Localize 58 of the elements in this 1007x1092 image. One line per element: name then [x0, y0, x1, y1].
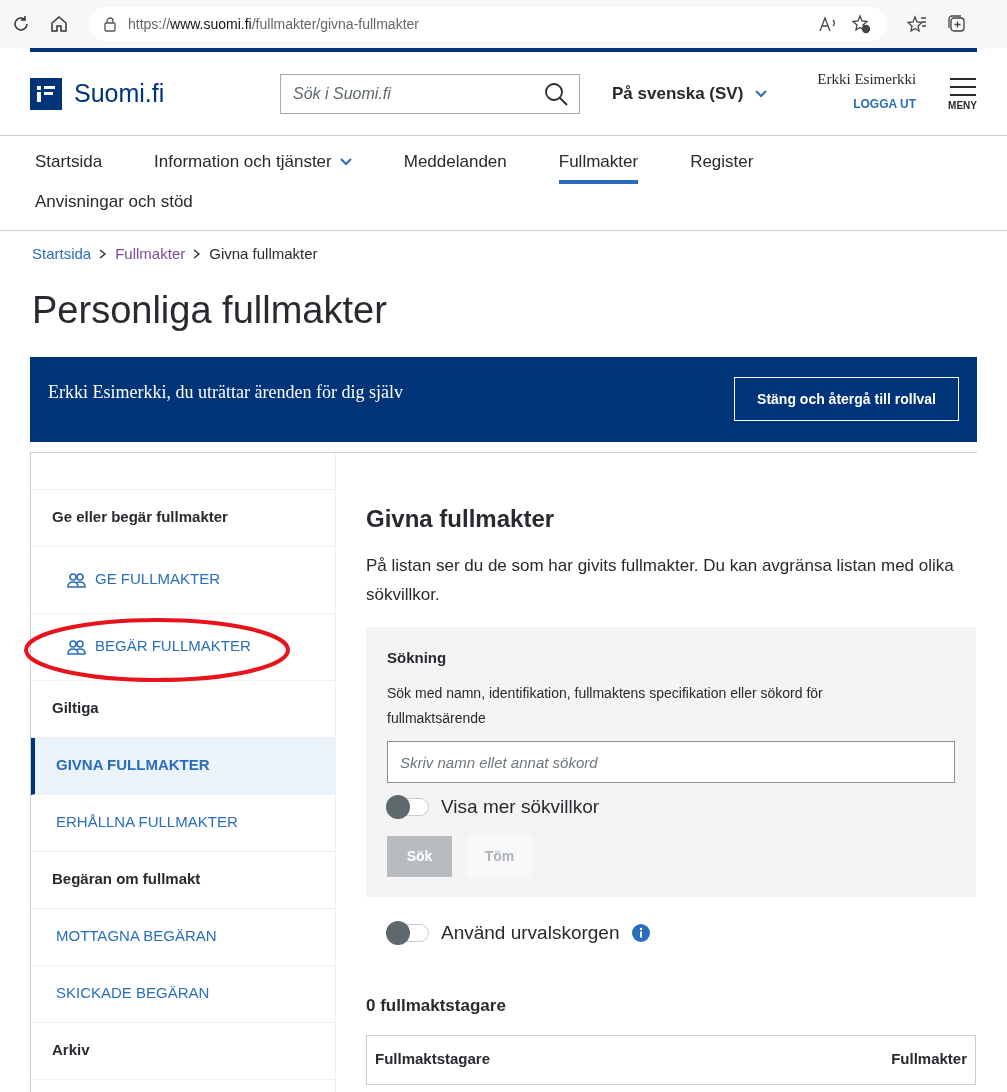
sidebar-link[interactable]: MOTTAGNA BEGÄRAN: [31, 908, 335, 966]
column-header: Fullmakter: [891, 1049, 967, 1070]
banner-text: Erkki Esimerkki, du uträttar ärenden för dig själv: [48, 380, 403, 404]
nav-tab[interactable]: Information och tjänster: [154, 144, 352, 184]
people-icon: [67, 638, 87, 655]
column-header: Fullmaktstagare: [375, 1049, 491, 1070]
intro-text: På listan ser du de som har givits fullmakter. Du kan avgränsa listan med olika sökvillkor.: [366, 554, 955, 606]
nav-tab[interactable]: Anvisningar och stöd: [35, 184, 193, 224]
toggle-label: Visa mer sökvillkor: [441, 795, 600, 819]
sidebar-heading: Arkiv: [31, 1022, 335, 1080]
result-count: 0 fullmaktstagare: [366, 995, 507, 1017]
favorites-icon[interactable]: [907, 15, 927, 33]
breadcrumb-current: Givna fullmakter: [209, 244, 318, 264]
info-icon[interactable]: [631, 923, 650, 942]
search-help: Sök med namn, identifikation, fullmaktens specifikation eller sökord för fullmaktsärende: [387, 684, 824, 728]
toggle-label: Använd urvalskorgen: [441, 920, 620, 945]
collections-icon[interactable]: [947, 14, 967, 34]
keyword-field[interactable]: Skriv namn ellet annat sökord: [387, 741, 955, 783]
chevron-icon: [339, 158, 352, 166]
address-bar[interactable]: https://www.suomi.fi/fullmakter/givna-fullmakter: [88, 7, 887, 41]
page-title: Personliga fullmakter: [31, 287, 388, 333]
chevron-icon: [755, 89, 768, 98]
home-icon[interactable]: [50, 15, 68, 33]
toggle-switch[interactable]: [387, 923, 429, 942]
separator-icon: [99, 249, 108, 260]
nav-tab[interactable]: Meddelanden: [403, 144, 507, 184]
sidebar-link[interactable]: SKICKADE BEGÄRAN: [31, 965, 335, 1023]
search-title: Sökning: [387, 647, 448, 668]
logo-text[interactable]: Suomi.fi: [74, 74, 165, 113]
search-icon[interactable]: [544, 81, 568, 106]
logout-link[interactable]: LOGGA UT: [853, 94, 917, 113]
sidebar-action-link[interactable]: GE FULLMAKTER: [31, 546, 335, 614]
sidebar-action-link[interactable]: BEGÄR FULLMAKTER: [31, 613, 335, 681]
nav-tab[interactable]: Register: [690, 144, 754, 184]
sidebar-link[interactable]: ERHÅLLNA FULLMAKTER: [31, 794, 335, 852]
reload-icon[interactable]: [12, 15, 30, 33]
url-text: https://www.suomi.fi/fullmakter/givna-fullmakter: [128, 14, 419, 34]
user-name: Erkki Esimerkki: [817, 70, 917, 90]
breadcrumb-link[interactable]: Fullmakter: [115, 243, 186, 266]
language-selector[interactable]: På svenska (SV): [612, 80, 768, 107]
close-role-button[interactable]: Stäng och återgå till rollval: [734, 377, 959, 421]
section-heading: Givna fullmakter: [366, 503, 556, 534]
people-icon: [67, 571, 87, 588]
logo-icon[interactable]: [30, 77, 62, 110]
sidebar-heading: Giltiga: [31, 680, 335, 738]
nav-tab[interactable]: Startsida: [35, 144, 103, 184]
star-add-icon[interactable]: [851, 14, 871, 34]
menu-icon: [949, 76, 976, 97]
sidebar-link[interactable]: GIVNA FULLMAKTER: [31, 737, 335, 795]
sidebar-heading: Begäran om fullmakt: [31, 851, 335, 909]
separator-icon: [193, 249, 202, 260]
site-search-field[interactable]: Sök i Suomi.fi: [280, 73, 580, 114]
toggle-switch[interactable]: [387, 798, 429, 817]
breadcrumb-link[interactable]: Startsida: [32, 243, 92, 266]
sidebar-heading: Ge eller begär fullmakter: [31, 489, 335, 547]
lock-icon: [104, 16, 116, 32]
nav-tab[interactable]: Fullmakter: [558, 144, 639, 184]
menu-button[interactable]: MENY: [948, 76, 977, 111]
